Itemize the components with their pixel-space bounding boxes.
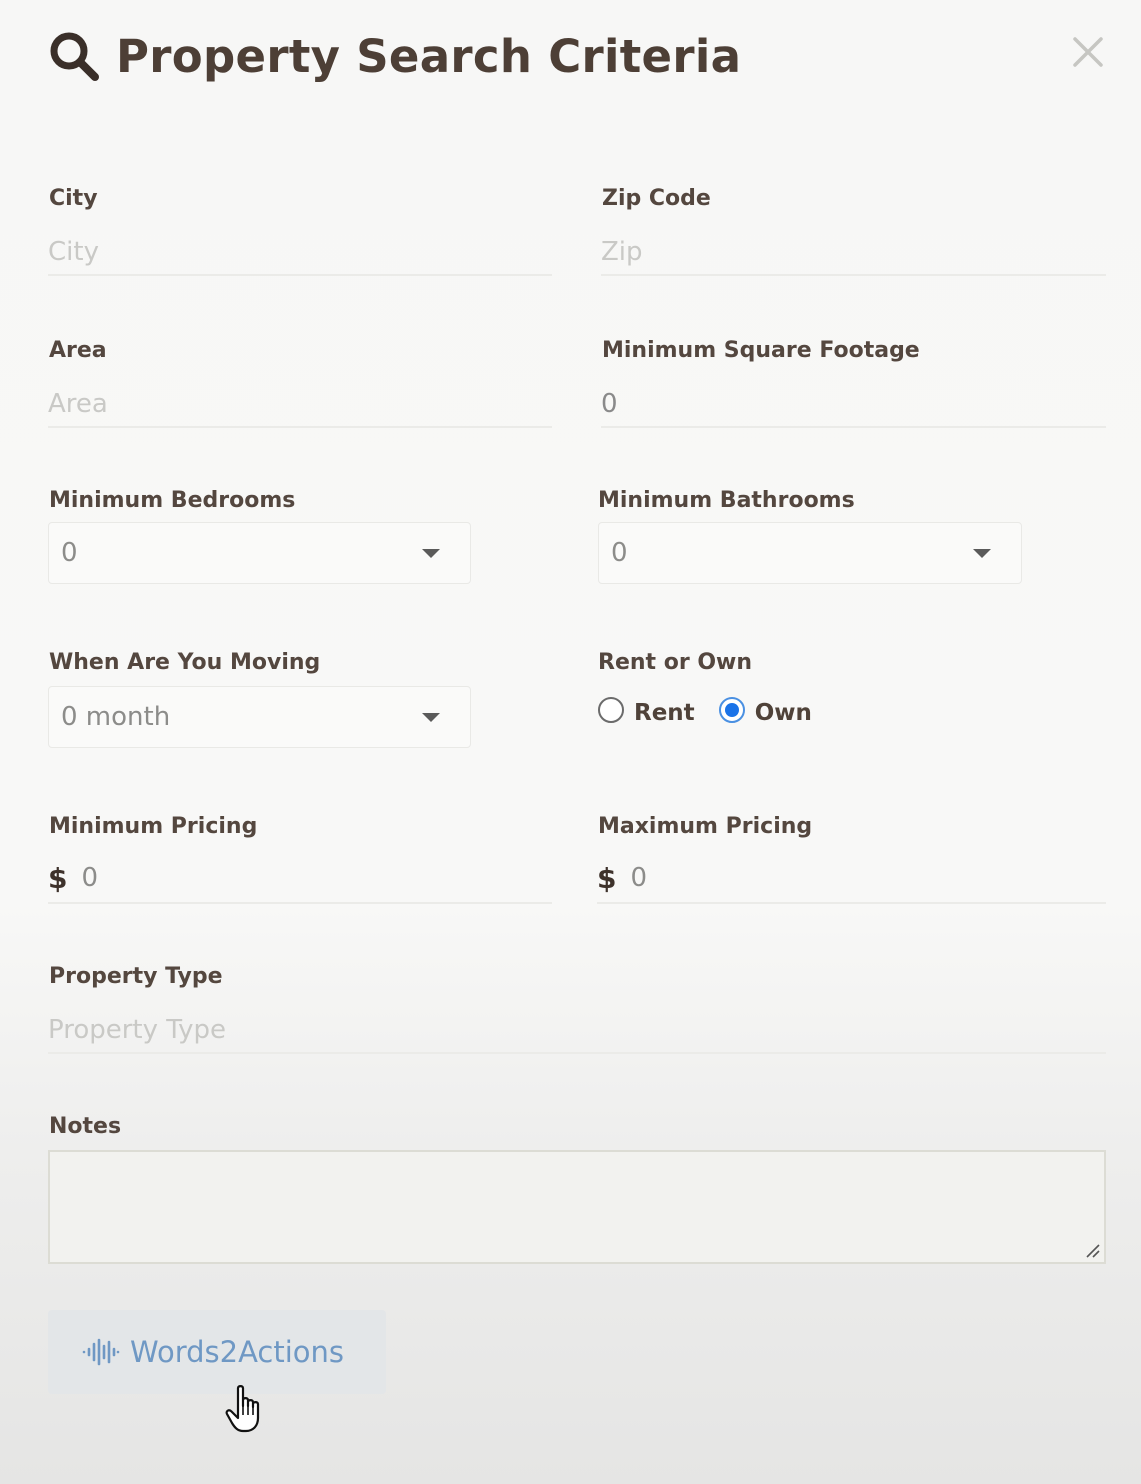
area-label: Area [49,338,107,363]
city-label: City [49,186,98,211]
min-pricing-input[interactable] [81,863,552,893]
min-bathrooms-value: 0 [611,538,628,568]
dollar-sign: $ [597,861,617,895]
search-icon [50,32,99,81]
notes-label: Notes [49,1114,122,1139]
city-field [48,230,552,276]
notes-textarea[interactable] [48,1150,1106,1264]
min-square-footage-field [601,382,1106,428]
property-type-label: Property Type [49,964,223,989]
audio-waveform-icon [82,1338,120,1366]
chevron-down-icon [973,549,991,558]
min-bedrooms-select[interactable]: 0 [48,522,471,584]
dollar-sign: $ [48,861,68,895]
area-input[interactable] [48,382,552,426]
rent-own-radio-group: Rent Own [598,694,812,726]
min-pricing-field: $ [48,854,552,904]
max-pricing-field: $ [597,854,1106,904]
rent-radio-label[interactable]: Rent [634,700,695,726]
rent-radio[interactable] [598,697,624,723]
max-pricing-label: Maximum Pricing [598,814,813,839]
min-bathrooms-label: Minimum Bathrooms [598,488,855,513]
words2actions-button[interactable]: Words2Actions [48,1310,386,1394]
resize-handle-icon[interactable] [1084,1242,1100,1258]
own-radio-label[interactable]: Own [755,700,812,726]
close-icon[interactable] [1070,34,1106,70]
area-field [48,382,552,428]
moving-value: 0 month [61,702,171,732]
moving-label: When Are You Moving [49,650,321,675]
min-bathrooms-select[interactable]: 0 [598,522,1022,584]
city-input[interactable] [48,230,552,274]
modal-title: Property Search Criteria [116,29,742,83]
zip-code-label: Zip Code [602,186,711,211]
min-square-footage-input[interactable] [601,382,1106,426]
zip-code-input[interactable] [601,230,1106,274]
words2actions-label: Words2Actions [130,1335,345,1369]
min-square-footage-label: Minimum Square Footage [602,338,920,363]
hand-cursor-icon [225,1385,260,1433]
modal-header: Property Search Criteria [48,24,741,88]
property-type-field [48,1008,1106,1054]
moving-select[interactable]: 0 month [48,686,471,748]
chevron-down-icon [422,713,440,722]
property-type-input[interactable] [48,1008,1106,1052]
max-pricing-input[interactable] [630,863,1106,893]
min-pricing-label: Minimum Pricing [49,814,258,839]
min-bedrooms-value: 0 [61,538,78,568]
rent-own-label: Rent or Own [598,650,753,675]
min-bedrooms-label: Minimum Bedrooms [49,488,296,513]
own-radio[interactable] [718,697,745,723]
zip-code-field [601,230,1106,276]
chevron-down-icon [422,549,440,558]
